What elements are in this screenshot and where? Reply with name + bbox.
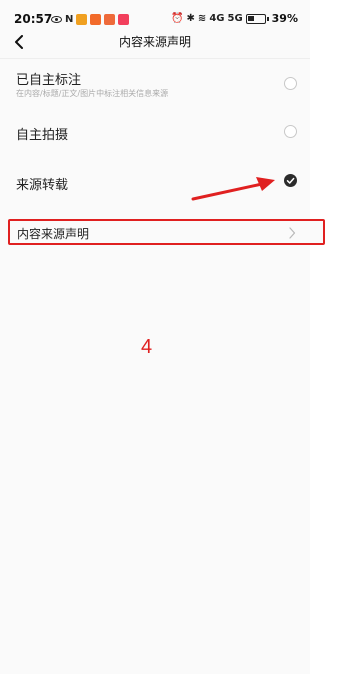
option-subtitle: 在内容/标题/正文/图片中标注相关信息来源 — [16, 89, 169, 98]
wifi-icon: ≋ — [197, 13, 207, 24]
app-notification-icon — [76, 14, 88, 25]
content-source-page: 20:57 N ⏰ ✱ ≋ 4G 5G 39% 内容来源声明 已自主标注 在内容… — [0, 0, 310, 674]
option-self-annotated[interactable]: 已自主标注 在内容/标题/正文/图片中标注相关信息来源 — [0, 64, 310, 104]
top-nav-bar: 内容来源声明 — [0, 28, 310, 56]
option-title: 自主拍摄 — [16, 128, 69, 143]
radio-button[interactable] — [284, 125, 297, 138]
eye-icon — [51, 16, 62, 23]
annotation-arrow — [191, 177, 275, 201]
option-title: 来源转载 — [16, 178, 69, 193]
step-number-label: 4 — [141, 336, 153, 358]
signal-5g-label: 5G — [227, 13, 243, 24]
battery-tip — [266, 16, 269, 21]
option-title: 已自主标注 — [16, 73, 82, 88]
checkmark-icon — [286, 177, 295, 184]
page-title: 内容来源声明 — [118, 35, 191, 49]
app-notification-icon — [90, 14, 102, 25]
chevron-right-icon — [289, 227, 296, 239]
status-bar: 20:57 N ⏰ ✱ ≋ 4G 5G 39% — [0, 0, 310, 28]
system-indicators: ⏰ ✱ ≋ 4G 5G 39% — [171, 12, 298, 25]
declaration-label: 内容来源声明 — [17, 227, 90, 241]
option-self-shot[interactable]: 自主拍摄 — [0, 118, 310, 148]
status-time: 20:57 — [14, 12, 53, 26]
app-notification-icon — [118, 14, 130, 25]
nfc-icon: N — [65, 13, 74, 25]
app-notification-icon — [104, 14, 116, 25]
battery-icon — [245, 13, 266, 24]
bluetooth-icon: ✱ — [186, 13, 195, 24]
header-divider — [0, 58, 310, 59]
radio-button[interactable] — [284, 77, 297, 90]
content-source-declaration-row[interactable]: 内容来源声明 — [8, 219, 325, 245]
battery-percent: 39% — [271, 12, 298, 25]
alarm-icon: ⏰ — [171, 13, 184, 24]
signal-4g-label: 4G — [209, 13, 225, 24]
notification-icons: N — [51, 13, 130, 25]
radio-button-checked[interactable] — [284, 174, 297, 187]
